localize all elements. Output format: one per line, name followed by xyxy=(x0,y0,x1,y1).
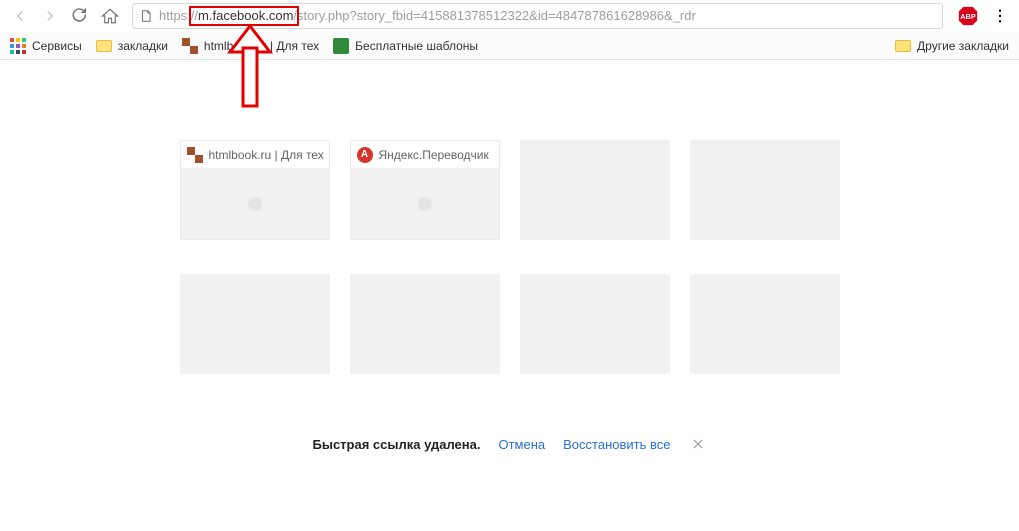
toast-close-button[interactable] xyxy=(689,435,707,453)
bookmark-apps-label: Сервисы xyxy=(32,39,82,53)
undo-toast: Быстрая ссылка удалена. Отмена Восстанов… xyxy=(313,435,707,453)
thumbnail-placeholder-icon xyxy=(418,197,432,211)
most-visited-grid: htmlbook.ru | Для тех A Яндекс.Переводчи… xyxy=(180,140,840,374)
folder-icon xyxy=(96,40,112,52)
tile-empty[interactable] xyxy=(520,140,670,240)
abp-extension-icon[interactable]: ABP xyxy=(957,5,979,27)
toast-message: Быстрая ссылка удалена. xyxy=(313,437,481,452)
menu-button[interactable] xyxy=(987,2,1013,30)
thumbnail-placeholder-icon xyxy=(248,197,262,211)
reload-button[interactable] xyxy=(66,2,94,30)
toast-restore-all-link[interactable]: Восстановить все xyxy=(563,437,670,452)
tile-empty[interactable] xyxy=(690,140,840,240)
toast-undo-link[interactable]: Отмена xyxy=(498,437,545,452)
bookmark-other-folder[interactable]: Другие закладки xyxy=(895,39,1009,53)
bookmark-templates-label: Бесплатные шаблоны xyxy=(355,39,478,53)
forward-button[interactable] xyxy=(36,2,64,30)
yandex-favicon-icon: A xyxy=(357,147,373,163)
tile-empty[interactable] xyxy=(350,274,500,374)
htmlbook-favicon-icon xyxy=(182,38,198,54)
site-favicon-icon xyxy=(333,38,349,54)
bookmark-folder-zakladki[interactable]: закладки xyxy=(96,39,168,53)
tile-empty[interactable] xyxy=(180,274,330,374)
url-scheme: https:// xyxy=(159,8,198,23)
page-info-icon[interactable] xyxy=(139,9,153,23)
bookmark-apps[interactable]: Сервисы xyxy=(10,38,82,54)
svg-text:ABP: ABP xyxy=(960,11,976,20)
back-button[interactable] xyxy=(6,2,34,30)
bookmark-zakladki-label: закладки xyxy=(118,39,168,53)
tile-empty[interactable] xyxy=(690,274,840,374)
tile-label: Яндекс.Переводчик xyxy=(379,148,489,162)
url-host: m.facebook.com xyxy=(198,8,293,23)
htmlbook-favicon-icon xyxy=(187,147,203,163)
apps-icon xyxy=(10,38,26,54)
home-button[interactable] xyxy=(96,2,124,30)
bookmark-other-label: Другие закладки xyxy=(917,39,1009,53)
tile-empty[interactable] xyxy=(520,274,670,374)
address-url: https://m.facebook.com/story.php?story_f… xyxy=(159,8,696,23)
tile-htmlbook[interactable]: htmlbook.ru | Для тех xyxy=(180,140,330,240)
tile-yandex-translate[interactable]: A Яндекс.Переводчик xyxy=(350,140,500,240)
bookmark-htmlbook[interactable]: htmlbook.ru | Для тех xyxy=(182,38,319,54)
folder-icon xyxy=(895,40,911,52)
url-rest: /story.php?story_fbid=415881378512322&id… xyxy=(293,8,695,23)
address-bar[interactable]: https://m.facebook.com/story.php?story_f… xyxy=(132,3,943,29)
tile-label: htmlbook.ru | Для тех xyxy=(209,148,324,162)
bookmark-htmlbook-label: htmlbook.ru | Для тех xyxy=(204,39,319,53)
bookmark-templates[interactable]: Бесплатные шаблоны xyxy=(333,38,478,54)
